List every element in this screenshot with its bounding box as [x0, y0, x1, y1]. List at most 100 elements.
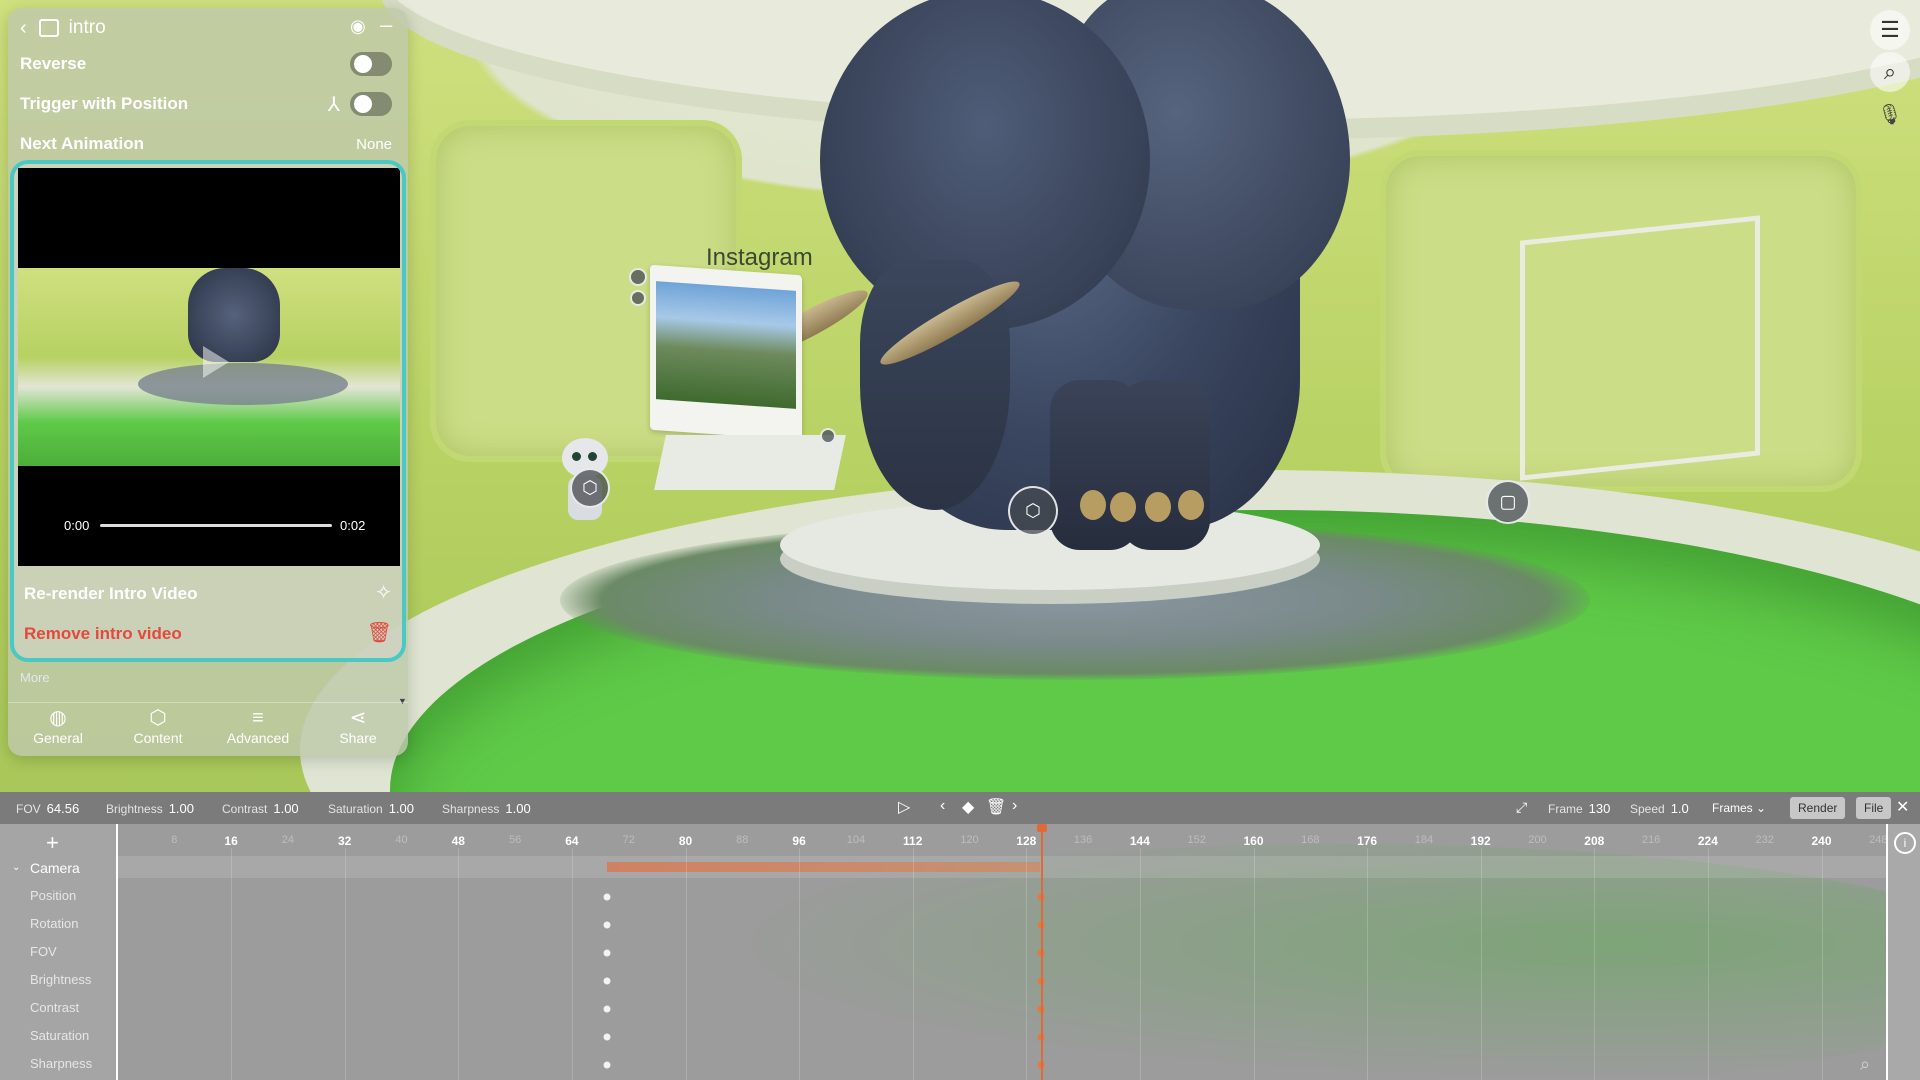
fov-value[interactable]: 64.56 — [47, 801, 80, 816]
play-icon[interactable] — [203, 346, 229, 378]
grid-line — [1367, 848, 1369, 1080]
ruler-minor-tick-label: 184 — [1414, 834, 1434, 846]
globe-icon: ◍ — [49, 707, 67, 729]
nav-advanced[interactable]: ≡ Advanced — [208, 706, 308, 756]
ruler-minor-tick-label: 136 — [1073, 834, 1093, 846]
fov-prop[interactable]: FOV 64.56 — [16, 801, 79, 816]
frame-value[interactable]: 130 — [1589, 801, 1611, 816]
eye-icon[interactable]: ◉ — [350, 16, 366, 37]
instagram-frame[interactable] — [650, 264, 802, 441]
speed-readout[interactable]: Speed 1.0 — [1630, 801, 1689, 816]
rerender-intro-button[interactable]: Re-render Intro Video — [24, 584, 198, 604]
reverse-label: Reverse — [20, 54, 87, 73]
search-icon[interactable]: ⌕ — [1870, 52, 1910, 92]
ruler-tick-label: 128 — [1016, 834, 1037, 848]
nav-general[interactable]: ◍ General — [8, 706, 108, 756]
panel-title: intro — [68, 17, 106, 38]
info-icon[interactable]: i — [1894, 832, 1916, 854]
remove-intro-button[interactable]: Remove intro video — [24, 624, 182, 644]
position-pin-icon[interactable]: ⅄ — [328, 92, 340, 117]
track-brightness[interactable]: Brightness — [30, 972, 91, 987]
keyframe-range[interactable] — [607, 862, 1041, 872]
heart-pin-icon[interactable] — [820, 428, 836, 444]
contrast-value[interactable]: 1.00 — [273, 801, 298, 816]
delete-keyframe-icon[interactable]: 🗑 — [986, 797, 1006, 817]
track-position[interactable]: Position — [30, 888, 76, 903]
divider — [8, 702, 408, 703]
frame-marker-icon[interactable]: ▢ — [1486, 480, 1530, 524]
track-sharpness[interactable]: Sharpness — [30, 1056, 92, 1071]
keyframe-dot[interactable] — [603, 949, 611, 957]
brightness-value[interactable]: 1.00 — [169, 801, 194, 816]
contrast-prop[interactable]: Contrast 1.00 — [222, 801, 299, 816]
ruler-minor-tick-label: 104 — [846, 834, 866, 846]
keyframe-dot[interactable] — [603, 977, 611, 985]
track-fov[interactable]: FOV — [30, 944, 57, 959]
camera-group[interactable]: Camera — [30, 860, 80, 876]
sharpness-value[interactable]: 1.00 — [505, 801, 530, 816]
fit-icon[interactable]: ⤢ — [1516, 799, 1527, 816]
ruler-minor-tick-label: 56 — [508, 834, 522, 846]
toe — [1080, 490, 1106, 520]
sharpness-prop[interactable]: Sharpness 1.00 — [442, 801, 531, 816]
units-select[interactable]: Frames ⌄ — [1712, 801, 1766, 815]
ruler-tick-label: 144 — [1129, 834, 1150, 848]
reverse-toggle[interactable] — [350, 52, 392, 76]
frame-readout[interactable]: Frame 130 — [1548, 801, 1610, 816]
speed-value[interactable]: 1.0 — [1671, 801, 1689, 816]
file-button[interactable]: File — [1856, 797, 1892, 819]
playhead[interactable] — [1040, 824, 1043, 1080]
brightness-prop[interactable]: Brightness 1.00 — [106, 801, 194, 816]
keyframe-diamond-icon[interactable]: ◆ — [962, 797, 974, 817]
next-animation-row[interactable]: Next Animation None — [20, 126, 400, 162]
ruler-minor-tick-label: 40 — [395, 834, 408, 846]
edit-pin-icon[interactable] — [629, 268, 647, 286]
keyframe-dot[interactable] — [603, 1005, 611, 1013]
nav-share[interactable]: ⋖ Share — [308, 706, 408, 756]
ruler-tick-label: 48 — [451, 834, 465, 848]
track-rotation[interactable]: Rotation — [30, 916, 78, 931]
trigger-toggle[interactable] — [350, 92, 392, 116]
ruler-tick-label: 112 — [903, 834, 923, 848]
delete-pin-icon[interactable] — [630, 290, 646, 306]
sparkle-icon[interactable]: ✧ — [375, 580, 392, 605]
menu-icon[interactable]: ☰ — [1870, 10, 1910, 50]
video-progress-bar[interactable] — [100, 524, 332, 527]
next-animation-value[interactable]: None — [356, 136, 392, 153]
frame-label: Frame — [1548, 802, 1583, 816]
track-saturation[interactable]: Saturation — [30, 1028, 89, 1043]
back-icon[interactable]: ‹ — [20, 17, 27, 40]
more-section-label[interactable]: More — [20, 670, 50, 685]
scroll-down-icon[interactable]: ▼ — [398, 696, 407, 706]
mic-off-icon[interactable]: 🎙 — [1870, 94, 1910, 134]
ruler-minor-tick-label: 8 — [171, 834, 178, 846]
keyframe-dot[interactable] — [603, 1061, 611, 1069]
close-icon[interactable]: ✕ — [1896, 797, 1909, 817]
thumb-pedestal — [138, 363, 348, 405]
keyframe-dot[interactable] — [603, 893, 611, 901]
saturation-prop[interactable]: Saturation 1.00 — [328, 801, 414, 816]
play-icon[interactable]: ▷ — [898, 797, 910, 817]
keyframe-dot[interactable] — [603, 1033, 611, 1041]
intro-video-card: 0:00 0:02 Re-render Intro Video ✧ Remove… — [10, 160, 406, 662]
prev-keyframe-icon[interactable]: ‹ — [940, 797, 945, 815]
nav-content[interactable]: ⬡ Content — [108, 706, 208, 756]
intro-video-player[interactable]: 0:00 0:02 — [18, 168, 400, 566]
saturation-value[interactable]: 1.00 — [389, 801, 414, 816]
add-track-icon[interactable]: + — [46, 830, 59, 856]
minimize-icon[interactable]: – — [380, 12, 392, 38]
keyframe-dot[interactable] — [603, 921, 611, 929]
timeline-grid[interactable]: 16 32 48 64 80 96 112 128 144 160 176 192 208 224 240 8… — [118, 824, 1886, 1080]
track-contrast[interactable]: Contrast — [30, 1000, 79, 1015]
chevron-down-icon[interactable]: ⌄ — [12, 862, 20, 873]
ruler-tick-label: 176 — [1357, 834, 1378, 848]
render-button[interactable]: Render — [1790, 797, 1846, 819]
brightness-label: Brightness — [106, 802, 163, 816]
cube-marker-icon[interactable]: ⬡ — [1008, 486, 1058, 536]
zoom-icon[interactable]: ⌕ — [1860, 1054, 1870, 1075]
cube-marker-icon[interactable]: ⬡ — [570, 468, 610, 508]
trash-icon[interactable]: 🗑 — [367, 620, 392, 645]
right-toolbar: ☰ ⌕ 🎙 — [1870, 10, 1910, 134]
film-icon — [38, 19, 59, 37]
next-keyframe-icon[interactable]: › — [1012, 797, 1017, 815]
